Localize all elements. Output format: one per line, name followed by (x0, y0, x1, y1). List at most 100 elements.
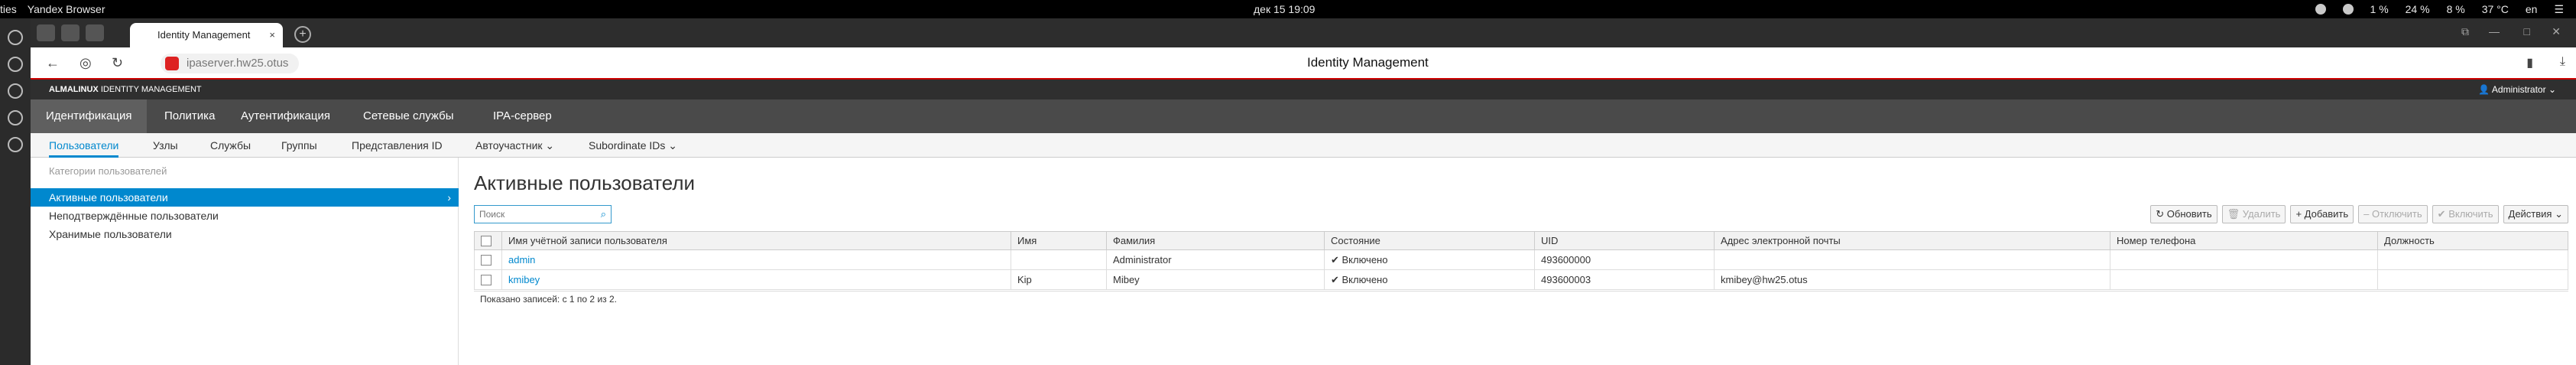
row-select-cell (474, 269, 502, 290)
disable-button[interactable]: – Отключить (2358, 205, 2428, 223)
tab-id-views[interactable]: Представления ID (352, 133, 443, 158)
activities-label[interactable]: ties (0, 0, 17, 18)
tab-subordinate-ids[interactable]: Subordinate IDs ⌄ (589, 133, 677, 158)
tab-title: Identity Management (157, 29, 251, 41)
menu-ipa-server[interactable]: IPA-сервер (478, 99, 567, 133)
active-tab[interactable]: Identity Management × (130, 23, 283, 47)
browser-sidebar (0, 18, 31, 365)
menu-icon[interactable]: ☰ (2554, 0, 2564, 18)
menu-network-services[interactable]: Сетевые службы (348, 99, 469, 133)
add-button[interactable]: + Добавить (2290, 205, 2354, 223)
user-link[interactable]: admin (508, 254, 535, 266)
address-bar: ← ◎ ↻ ipaserver.hw25.otus Identity Manag… (31, 47, 2576, 80)
category-preserved-users[interactable]: Хранимые пользователи (31, 225, 459, 243)
category-stage-users[interactable]: Неподтверждённые пользователи (31, 207, 459, 225)
tab-hosts[interactable]: Узлы (153, 133, 178, 158)
close-window-icon[interactable]: ✕ (2552, 25, 2561, 38)
download-icon[interactable]: ⤓ (2560, 55, 2565, 69)
search-input[interactable] (475, 206, 589, 223)
menu-identity[interactable]: Идентификация (31, 99, 148, 133)
tray-mem: 24 % (2405, 3, 2430, 15)
bell-icon[interactable] (8, 30, 23, 45)
menu-authentication[interactable]: Аутентификация (225, 99, 346, 133)
category-active-users[interactable]: Активные пользователи › (31, 188, 459, 207)
row-checkbox[interactable] (481, 255, 492, 266)
pinned-tab-icon[interactable] (61, 24, 79, 41)
email-cell: kmibey@hw25.otus (1714, 269, 2110, 290)
col-email[interactable]: Адрес электронной почты (1714, 231, 2110, 250)
status-cell: ✔ Включено (1324, 249, 1535, 270)
add-label: Добавить (2304, 208, 2349, 220)
tab-groups[interactable]: Группы (281, 133, 317, 158)
select-all-checkbox[interactable] (481, 236, 492, 247)
uid-cell: 493600003 (1534, 269, 1715, 290)
clock[interactable]: дек 15 19:09 (1254, 0, 1315, 18)
last-name-cell: Mibey (1106, 269, 1325, 290)
protect-icon[interactable]: ◎ (79, 55, 92, 71)
reload-icon[interactable]: ↻ (112, 55, 123, 71)
col-first-name[interactable]: Имя (1011, 231, 1107, 250)
maximize-icon[interactable]: □ (2524, 25, 2530, 37)
ssl-warning-icon[interactable] (165, 57, 179, 70)
brand-suffix: IDENTITY MANAGEMENT (100, 85, 202, 94)
categories-header: Категории пользователей (49, 165, 167, 177)
col-last-name[interactable]: Фамилия (1106, 231, 1325, 250)
tab-automember[interactable]: Автоучастник ⌄ (475, 133, 554, 158)
menu-policy[interactable]: Политика (149, 99, 230, 133)
tray-temp: 37 °C (2481, 3, 2509, 15)
tabs-icon[interactable]: ⧉ (2461, 25, 2469, 38)
refresh-button[interactable]: ↻ Обновить (2150, 205, 2218, 223)
table-footer: Показано записей: с 1 по 2 из 2. (474, 291, 2568, 306)
delete-button[interactable]: 🗑 Удалить (2221, 205, 2286, 223)
browser-app-label[interactable]: Yandex Browser (28, 0, 105, 18)
minimize-icon[interactable]: — (2489, 25, 2500, 37)
first-name-cell: Kip (1011, 269, 1107, 290)
row-checkbox[interactable] (481, 275, 492, 286)
new-tab-button[interactable]: + (294, 26, 311, 43)
col-login[interactable]: Имя учётной записи пользователя (501, 231, 1011, 250)
job-title-cell (2377, 269, 2568, 290)
uid-cell: 493600000 (1534, 249, 1715, 270)
pinned-tab-icon[interactable] (86, 24, 104, 41)
history-icon[interactable] (8, 57, 23, 72)
search-icon[interactable]: ⌕ (601, 208, 606, 220)
login-cell: admin (501, 249, 1011, 270)
brand-header: ALMALINUX IDENTITY MANAGEMENT 👤 Administ… (31, 80, 2576, 99)
back-icon[interactable]: ← (46, 55, 60, 71)
col-uid[interactable]: UID (1534, 231, 1715, 250)
user-link[interactable]: kmibey (508, 274, 540, 285)
url-field[interactable]: ipaserver.hw25.otus (161, 54, 300, 73)
pinned-tab-icon[interactable] (37, 24, 55, 41)
actions-dropdown[interactable]: Действия ⌄ (2503, 205, 2568, 223)
bookmark-page-icon[interactable]: ▮ (2526, 55, 2533, 70)
col-status[interactable]: Состояние (1324, 231, 1535, 250)
system-top-bar: ties Yandex Browser дек 15 19:09 1 % 24 … (0, 0, 2576, 18)
tab-services[interactable]: Службы (210, 133, 251, 158)
page-title: Identity Management (1307, 55, 1429, 70)
tab-users[interactable]: Пользователи (49, 133, 119, 158)
collections-icon[interactable] (8, 110, 23, 125)
enable-button[interactable]: ✔ Включить (2432, 205, 2499, 223)
table-header-row: Имя учётной записи пользователя Имя Фами… (474, 231, 2568, 250)
tray-icon[interactable] (2315, 4, 2326, 15)
user-categories-panel: Категории пользователей Активные пользов… (31, 158, 459, 365)
user-menu[interactable]: 👤 Administrator ⌄ (2478, 80, 2556, 99)
search-box: ⌕ (474, 205, 612, 223)
tray-lang[interactable]: en (2526, 0, 2538, 18)
last-name-cell: Administrator (1106, 249, 1325, 270)
enable-label: Включить (2448, 208, 2493, 220)
tray-cpu: 1 % (2370, 3, 2389, 15)
music-icon[interactable] (8, 137, 23, 152)
phone-cell (2110, 269, 2378, 290)
chevron-right-icon: › (447, 191, 451, 204)
col-job-title[interactable]: Должность (2377, 231, 2568, 250)
chevron-down-icon: ⌄ (2548, 84, 2556, 95)
col-phone[interactable]: Номер телефона (2110, 231, 2378, 250)
main-menu: Идентификация Политика Аутентификация Се… (31, 99, 2576, 133)
tray-icon[interactable] (2342, 4, 2354, 15)
status-cell: ✔ Включено (1324, 269, 1535, 290)
bookmark-icon[interactable] (8, 83, 23, 99)
refresh-label: Обновить (2166, 208, 2212, 220)
close-icon[interactable]: × (269, 23, 275, 47)
email-cell (1714, 249, 2110, 270)
